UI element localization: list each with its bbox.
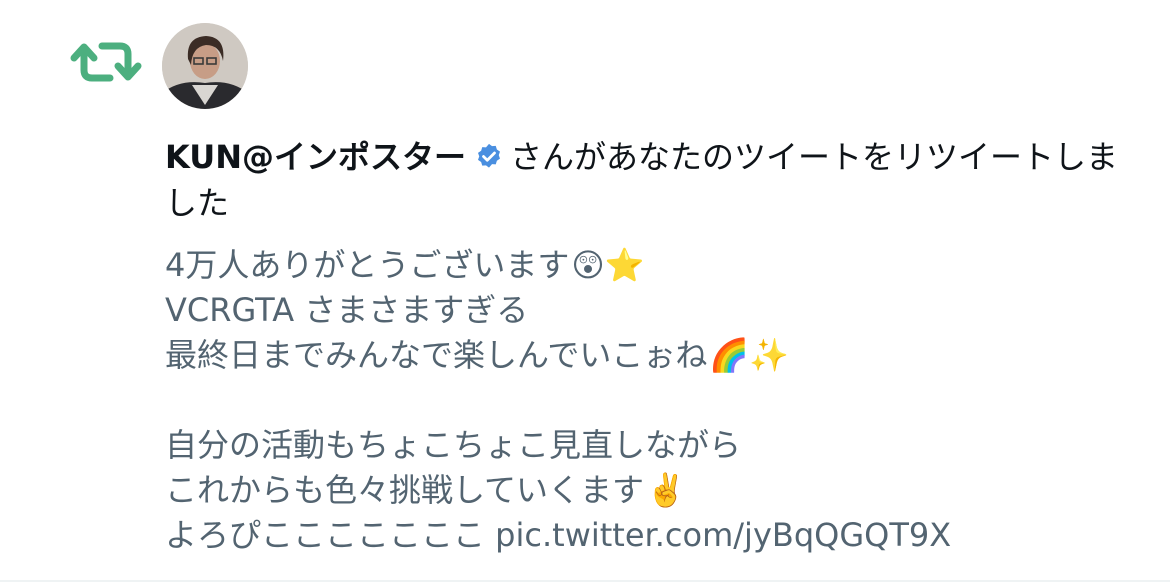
tweet-line-text: これからも色々挑戦していくます xyxy=(165,471,645,509)
tweet-line-text: 自分の活動もちょこちょこ見直しながら xyxy=(165,426,742,464)
emoji-icon: ✌️ xyxy=(646,471,686,509)
tweet-line-text: 最終日までみんなで楽しんでいこぉね xyxy=(165,336,708,374)
tweet-line-text: よろぴこここここここ pic.twitter.com/jyBqQGQT9X xyxy=(165,516,952,554)
tweet-line xyxy=(165,378,1150,423)
tweet-text[interactable]: 4万人ありがとうございます😲⭐ VCRGTA さまさますぎる 最終日までみんなで… xyxy=(165,243,1150,558)
verified-badge-icon xyxy=(474,138,504,168)
retweet-notification[interactable]: KUN@インポスター さんがあなたのツイートをリツイートしました 4万人ありがとう… xyxy=(0,0,1170,582)
user-avatar[interactable] xyxy=(162,23,248,109)
tweet-line: 4万人ありがとうございます😲⭐ xyxy=(165,243,1150,288)
emoji-icon: 🌈✨ xyxy=(709,336,790,374)
tweet-line-text: VCRGTA さまさますぎる xyxy=(165,291,529,329)
notification-content: KUN@インポスター さんがあなたのツイートをリツイートしました 4万人ありがとう… xyxy=(165,134,1150,558)
tweet-line-text: 4万人ありがとうございます xyxy=(165,246,570,284)
tweet-line: VCRGTA さまさますぎる xyxy=(165,288,1150,333)
emoji-icon: 😲⭐ xyxy=(571,246,645,284)
tweet-line: 自分の活動もちょこちょこ見直しながら xyxy=(165,423,1150,468)
tweet-line: これからも色々挑戦していくます✌️ xyxy=(165,468,1150,513)
tweet-line: 最終日までみんなで楽しんでいこぉね🌈✨ xyxy=(165,333,1150,378)
tweet-line: よろぴこここここここ pic.twitter.com/jyBqQGQT9X xyxy=(165,513,1150,558)
retweeter-username[interactable]: KUN@インポスター xyxy=(165,138,466,176)
retweet-icon xyxy=(70,42,142,82)
notification-headline: KUN@インポスター さんがあなたのツイートをリツイートしました xyxy=(165,134,1150,226)
